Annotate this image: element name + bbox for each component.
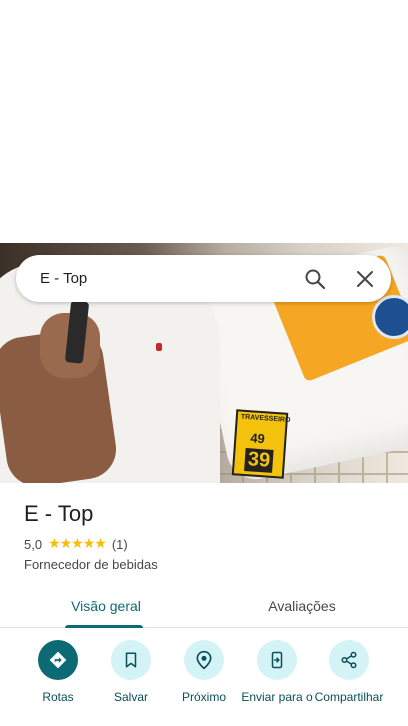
review-count: (1) [111,536,128,552]
directions-label: Rotas [42,690,74,704]
shirt-logo [156,343,162,351]
rating-row[interactable]: 5,0 ★★★★★ (1) [24,536,128,552]
place-name: E - Top [24,501,94,526]
price-old: 49 [249,430,266,447]
directions-button[interactable]: Rotas [22,640,94,704]
save-button[interactable]: Salvar [95,640,167,704]
nearby-button[interactable]: Próximo [168,640,240,704]
price-tag-label: TRAVESSEIRO [240,413,291,425]
product-seal [372,295,408,339]
tab-reviews[interactable]: Avaliações [246,584,358,628]
nearby-icon [184,640,224,680]
price-new: 39 [244,448,274,473]
action-bar: Rotas Salvar Próximo Enviar para o Compa… [0,640,408,726]
tab-overview[interactable]: Visão geral [50,584,162,628]
send-to-phone-button[interactable]: Enviar para o [241,640,313,704]
star-rating-icon: ★★★★★ [48,536,107,552]
save-label: Salvar [113,690,148,704]
rating-value: 5,0 [24,536,43,552]
search-icon[interactable] [303,267,327,291]
search-bar[interactable]: E - Top [16,255,391,302]
price-tag: TRAVESSEIRO 49 39 [231,409,291,479]
share-icon [329,640,369,680]
send-to-phone-icon [257,640,297,680]
search-query[interactable]: E - Top [40,270,87,287]
tab-bar: Visão geral Avaliações [0,584,408,628]
bookmark-icon [111,640,151,680]
close-icon[interactable] [353,267,377,291]
send-to-phone-label: Enviar para o [241,690,313,704]
place-category: Fornecedor de bebidas [24,557,158,572]
active-tab-indicator [65,625,143,628]
nearby-label: Próximo [181,690,226,704]
directions-icon [38,640,78,680]
map-blank-area [0,0,408,243]
share-label: Compartilhar [314,690,384,704]
share-button[interactable]: Compartilhar [313,640,385,704]
